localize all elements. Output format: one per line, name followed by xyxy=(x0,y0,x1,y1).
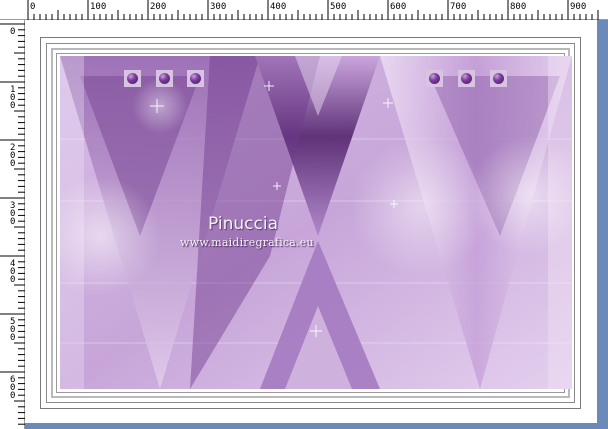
gem-ornament xyxy=(124,70,141,87)
ruler-label-vertical: 0 xyxy=(10,333,15,343)
ruler-label-horizontal: 100 xyxy=(90,2,106,12)
ruler-label-horizontal: 800 xyxy=(510,2,526,12)
ruler-label-vertical: 0 xyxy=(10,217,15,227)
ruler-label-horizontal: 200 xyxy=(150,2,166,12)
ruler-horizontal-marks: 0 100 200 300 400 500 600 700 800 900 xyxy=(27,0,599,20)
ruler-label-horizontal: 300 xyxy=(210,2,226,12)
gem-sphere xyxy=(159,73,170,84)
gem-ornament xyxy=(490,70,507,87)
gem-sphere xyxy=(493,73,504,84)
workspace-right-edge xyxy=(597,20,608,429)
artwork-graphic xyxy=(60,56,572,389)
ruler-vertical[interactable]: 0100200300400500600 xyxy=(0,20,25,429)
signature-name: Pinuccia xyxy=(208,214,278,234)
ruler-label-vertical: 0 xyxy=(10,101,15,111)
ruler-vertical-marks: 0100200300400500600 xyxy=(0,23,25,425)
ruler-label-vertical: 0 xyxy=(10,27,15,37)
gem-ornament xyxy=(426,70,443,87)
ruler-label-horizontal: 900 xyxy=(570,2,586,12)
ruler-label-horizontal: 700 xyxy=(450,2,466,12)
workspace-bottom-edge xyxy=(25,423,597,429)
gem-ornament xyxy=(156,70,173,87)
gem-sphere xyxy=(429,73,440,84)
ruler-label-horizontal: 0 xyxy=(30,2,35,12)
ruler-label-horizontal: 600 xyxy=(390,2,406,12)
ruler-label-horizontal: 500 xyxy=(330,2,346,12)
gem-sphere xyxy=(127,73,138,84)
ruler-label-vertical: 0 xyxy=(10,159,15,169)
ruler-label-horizontal: 400 xyxy=(270,2,286,12)
ruler-label-vertical: 0 xyxy=(10,275,15,285)
gem-ornament xyxy=(458,70,475,87)
ruler-label-vertical: 0 xyxy=(10,391,15,401)
gem-sphere xyxy=(461,73,472,84)
artwork-image xyxy=(60,56,572,389)
gem-ornament xyxy=(187,70,204,87)
signature-url: www.maidiregrafica.eu xyxy=(180,236,314,249)
ruler-horizontal[interactable]: 0 100 200 300 400 500 600 700 800 900 xyxy=(0,0,608,20)
gem-sphere xyxy=(190,73,201,84)
